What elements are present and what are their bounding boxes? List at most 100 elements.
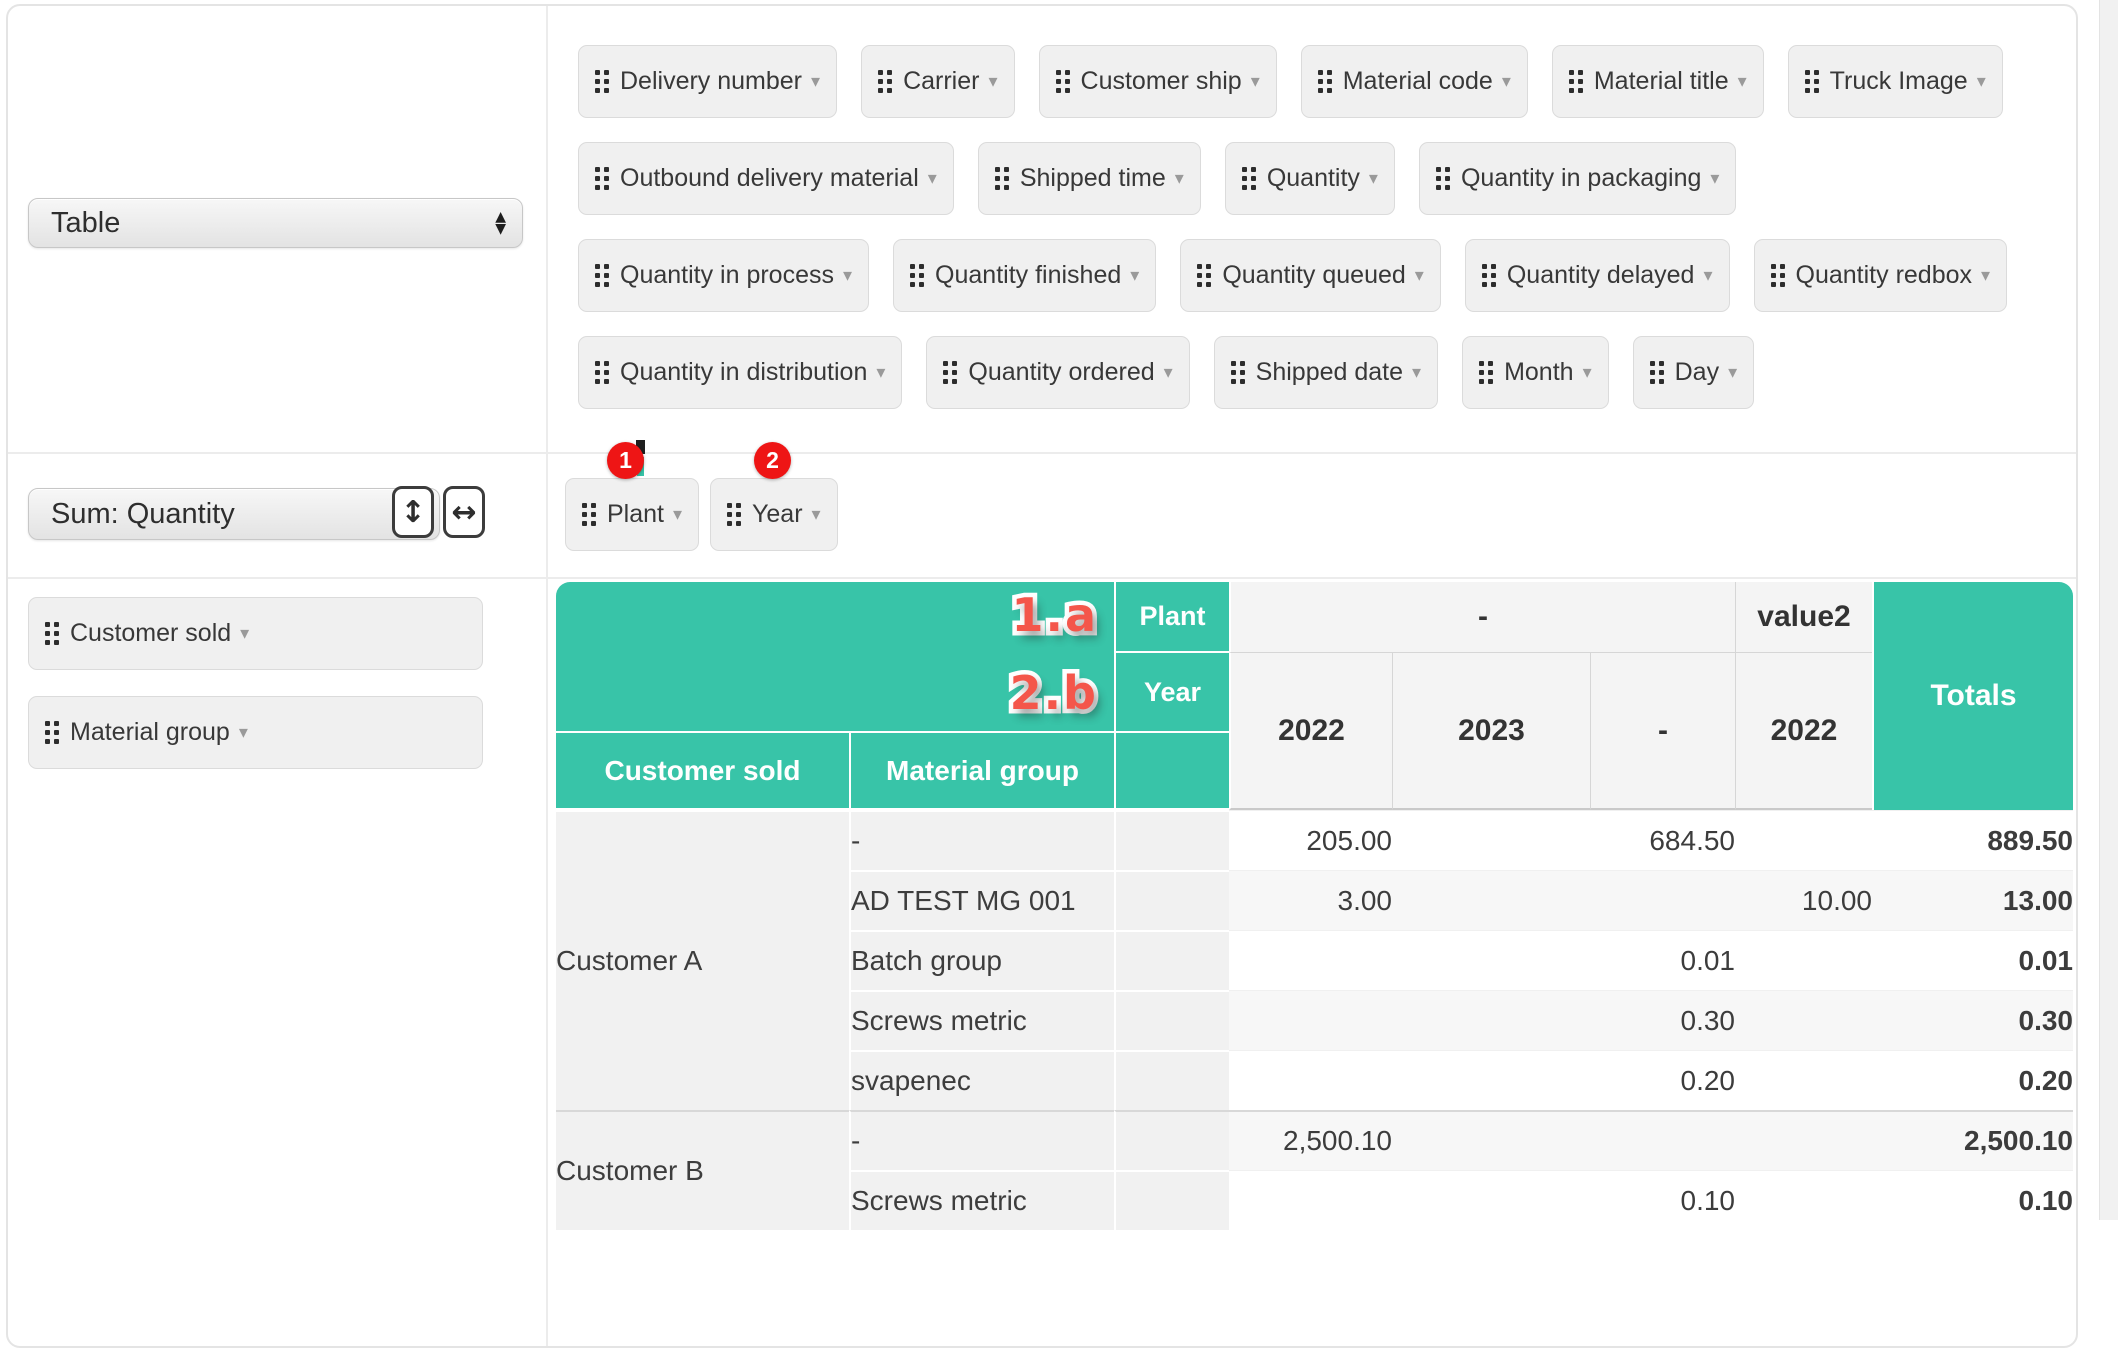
value-cell: [1392, 1050, 1590, 1110]
value-cell: [1735, 1110, 1872, 1170]
caret-down-icon: ▾: [1710, 168, 1719, 189]
drag-handle-icon: [727, 503, 741, 527]
caret-down-icon: ▾: [1415, 265, 1424, 286]
caret-down-icon: ▾: [1981, 265, 1990, 286]
field-pill-shipped-time[interactable]: Shipped time▾: [978, 142, 1201, 215]
field-pill-quantity-finished[interactable]: Quantity finished ▾: [893, 239, 1156, 312]
field-pill-month[interactable]: Month▾: [1462, 336, 1609, 409]
field-pill-plant[interactable]: Plant ▾: [565, 478, 699, 551]
caret-down-icon: ▾: [1130, 265, 1139, 286]
value-cell: [1735, 810, 1872, 870]
field-pill-quantity-redbox[interactable]: Quantity redbox▾: [1754, 239, 2008, 312]
field-pill-quantity-ordered[interactable]: Quantity ordered▾: [926, 336, 1189, 409]
field-pill-label: Customer sold: [70, 619, 231, 648]
field-pill-quantity-in-process[interactable]: Quantity in process▾: [578, 239, 869, 312]
renderer-select[interactable]: Table ▲▼: [28, 198, 523, 248]
field-pill-label: Plant: [607, 500, 664, 529]
drag-handle-icon: [1436, 167, 1450, 191]
field-pill-label: Quantity finished: [935, 261, 1121, 290]
drag-handle-icon: [595, 167, 609, 191]
drag-handle-icon: [1805, 70, 1819, 94]
step-badge-2: 2: [754, 442, 791, 479]
value-cell: [1735, 990, 1872, 1050]
drag-handle-icon: [1056, 70, 1070, 94]
pivot-table: 1.a2.bPlant-value2TotalsYear20222023-202…: [556, 582, 2073, 1230]
drag-handle-icon: [1482, 264, 1496, 288]
field-pill-quantity[interactable]: Quantity▾: [1225, 142, 1395, 215]
scrollbar-track[interactable]: [2099, 0, 2118, 1220]
field-pill-day[interactable]: Day▾: [1633, 336, 1755, 409]
field-pill-material-group[interactable]: Material group ▾: [28, 696, 483, 769]
row-fields-area: Customer sold ▾ Material group ▾: [8, 577, 546, 1346]
drag-handle-icon: [1231, 361, 1245, 385]
value-cell: [1392, 1110, 1590, 1170]
material-group-row-header: AD TEST MG 001: [849, 870, 1114, 930]
total-cell: 0.10: [1872, 1170, 2073, 1230]
value-cell: 0.20: [1590, 1050, 1735, 1110]
customer-row-header: Customer A: [556, 810, 849, 1110]
field-pill-quantity-delayed[interactable]: Quantity delayed▾: [1465, 239, 1730, 312]
field-pill-carrier[interactable]: Carrier▾: [861, 45, 1014, 118]
drag-handle-icon: [45, 721, 59, 745]
field-pill-label: Quantity in process: [620, 261, 834, 290]
field-pill-customer-ship[interactable]: Customer ship ▾: [1039, 45, 1277, 118]
field-pill-quantity-in-packaging[interactable]: Quantity in packaging▾: [1419, 142, 1736, 215]
pivot-corner: 1.a2.b: [556, 582, 1114, 731]
drag-handle-icon: [995, 167, 1009, 191]
field-pill-label: Truck Image: [1830, 67, 1968, 96]
material-group-row-header: Batch group: [849, 930, 1114, 990]
value-cell: 10.00: [1735, 870, 1872, 930]
caret-down-icon: ▾: [1175, 168, 1184, 189]
caret-down-icon: ▾: [876, 362, 885, 383]
drag-handle-icon: [595, 361, 609, 385]
field-pill-label: Quantity in distribution: [620, 358, 867, 387]
value-cell: [1735, 1050, 1872, 1110]
field-pill-year[interactable]: Year ▾: [710, 478, 838, 551]
caret-down-icon: ▾: [240, 623, 249, 644]
row-field-header-material-group: Material group: [849, 731, 1114, 810]
field-pill-label: Material code: [1343, 67, 1493, 96]
aggregator-select[interactable]: Sum: Quantity ▲▼: [28, 488, 440, 540]
col-field-label-plant: Plant: [1114, 582, 1229, 653]
total-cell: 13.00: [1872, 870, 2073, 930]
drag-handle-icon: [1771, 264, 1785, 288]
select-arrows-icon: ▲▼: [495, 211, 506, 235]
value-cell: [1229, 930, 1392, 990]
field-pill-label: Customer ship: [1081, 67, 1242, 96]
caret-down-icon: ▾: [239, 722, 248, 743]
value-cell: 0.30: [1590, 990, 1735, 1050]
column-fields-area: Plant ▾ Year ▾ 1 2: [546, 452, 2076, 577]
field-pill-delivery-number[interactable]: Delivery number▾: [578, 45, 837, 118]
renderer-select-value: Table: [51, 207, 120, 240]
caret-down-icon: ▾: [1412, 362, 1421, 383]
annotation-2b: 2.b: [1010, 666, 1098, 720]
field-pill-quantity-queued[interactable]: Quantity queued▾: [1180, 239, 1441, 312]
col-order-button[interactable]: ↔: [443, 486, 485, 538]
caret-down-icon: ▾: [1738, 71, 1747, 92]
row-field-header-customer-sold: Customer sold: [556, 731, 849, 810]
drag-handle-icon: [595, 264, 609, 288]
field-pill-label: Shipped date: [1256, 358, 1403, 387]
field-pill-quantity-in-distribution[interactable]: Quantity in distribution ▾: [578, 336, 902, 409]
field-pill-outbound-delivery-material[interactable]: Outbound delivery material▾: [578, 142, 954, 215]
field-pill-material-code[interactable]: Material code▾: [1301, 45, 1528, 118]
value-cell: [1229, 1170, 1392, 1230]
value-cell: 2,500.10: [1229, 1110, 1392, 1170]
totals-column-header: Totals: [1872, 582, 2073, 810]
annotation-1a: 1.a: [1011, 588, 1098, 642]
year-column-header: 2022: [1735, 653, 1872, 810]
value-cell: 3.00: [1229, 870, 1392, 930]
caret-down-icon: ▾: [1251, 71, 1260, 92]
row-order-button[interactable]: ↕: [392, 486, 434, 538]
year-column-header: -: [1590, 653, 1735, 810]
field-pill-material-title[interactable]: Material title▾: [1552, 45, 1764, 118]
aggregator-area: Sum: Quantity ▲▼ ↕ ↔: [8, 452, 546, 577]
value-cell: [1590, 1110, 1735, 1170]
field-pill-customer-sold[interactable]: Customer sold ▾: [28, 597, 483, 670]
field-pill-truck-image[interactable]: Truck Image▾: [1788, 45, 2003, 118]
field-pill-label: Year: [752, 500, 803, 529]
drag-handle-icon: [595, 70, 609, 94]
drag-handle-icon: [943, 361, 957, 385]
value-cell: [1392, 930, 1590, 990]
field-pill-shipped-date[interactable]: Shipped date ▾: [1214, 336, 1438, 409]
